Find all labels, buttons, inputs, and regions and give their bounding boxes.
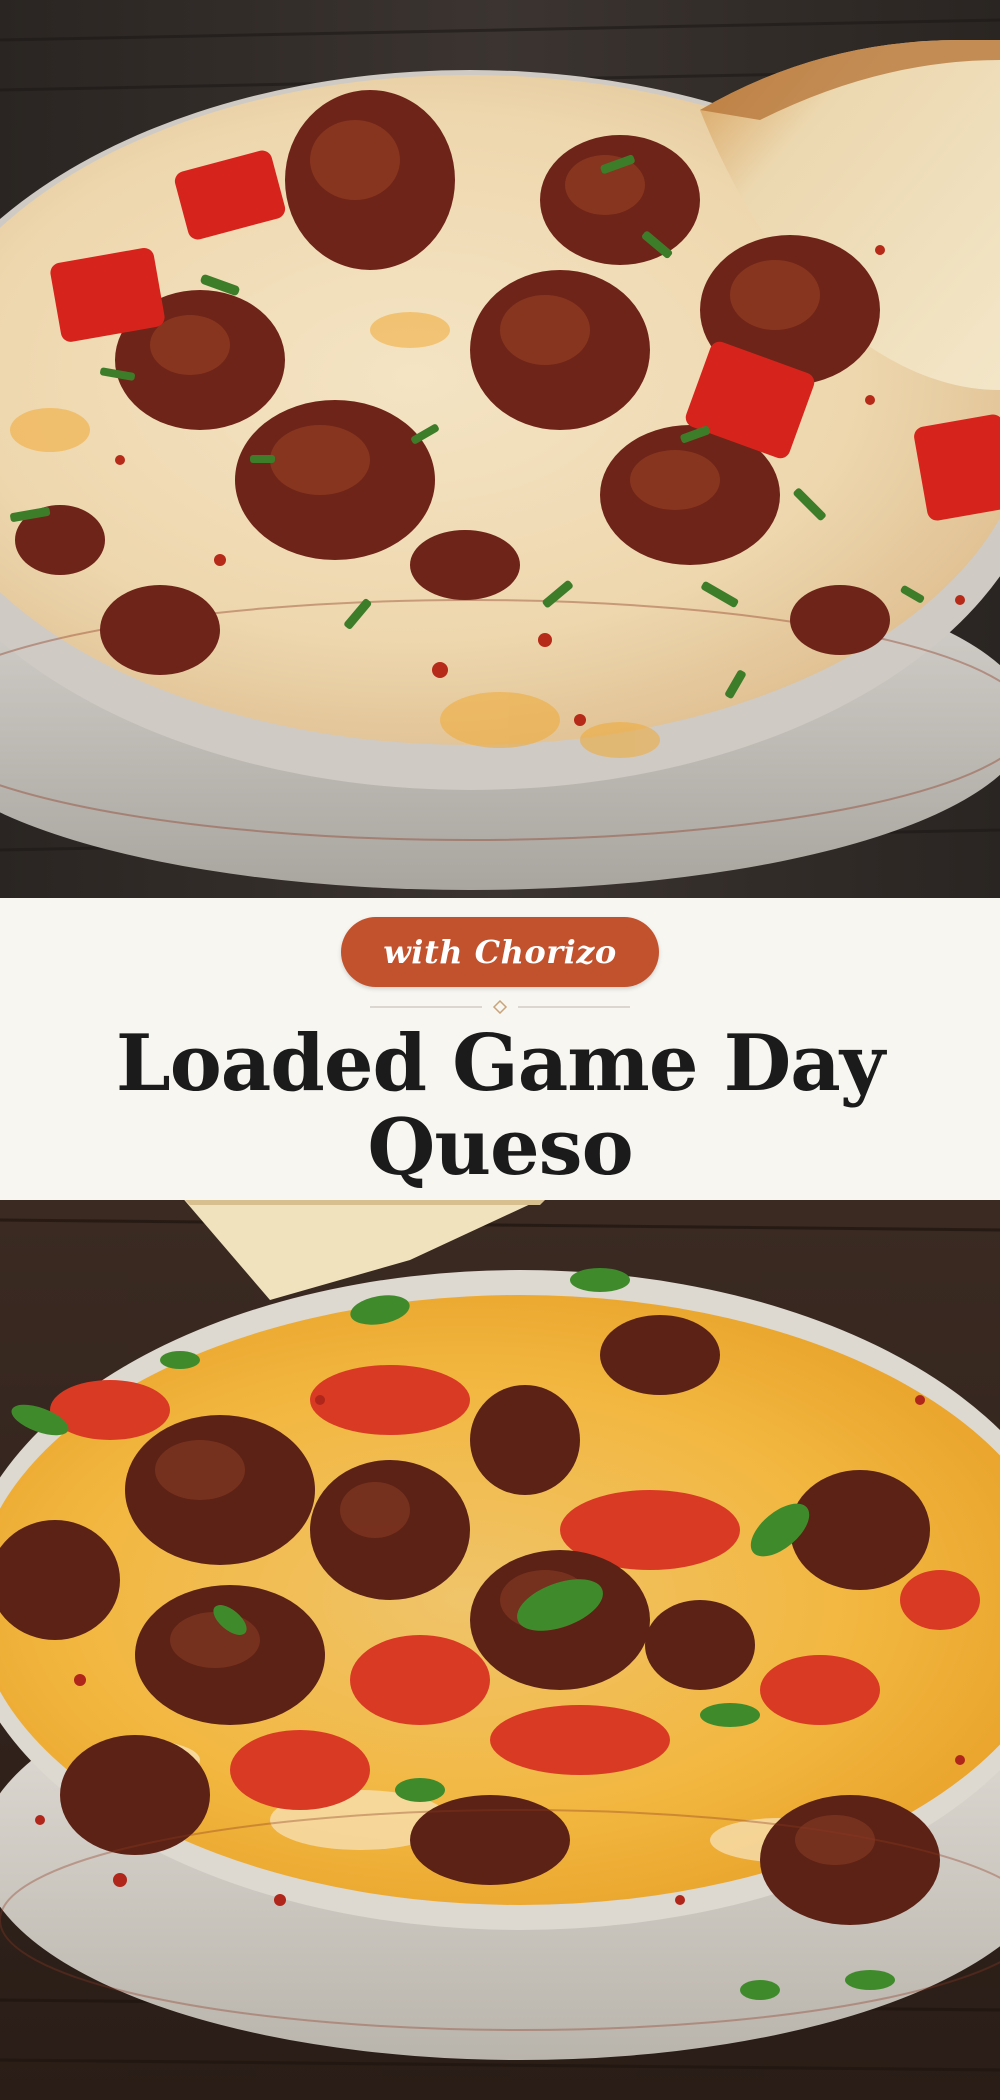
bottom-queso-illustration xyxy=(0,1200,1000,2100)
title-line-2: Queso xyxy=(367,1102,633,1193)
top-queso-illustration xyxy=(0,0,1000,898)
page-title: Loaded Game Day Queso xyxy=(0,1022,1000,1190)
top-queso-photo xyxy=(0,0,1000,898)
badge-label: with Chorizo xyxy=(383,933,617,971)
diamond-icon xyxy=(492,1000,508,1014)
ornament-divider xyxy=(370,1000,630,1014)
subtitle-badge: with Chorizo xyxy=(341,917,659,987)
title-line-1: Loaded Game Day xyxy=(115,1018,885,1109)
bottom-queso-photo xyxy=(0,1200,1000,2100)
